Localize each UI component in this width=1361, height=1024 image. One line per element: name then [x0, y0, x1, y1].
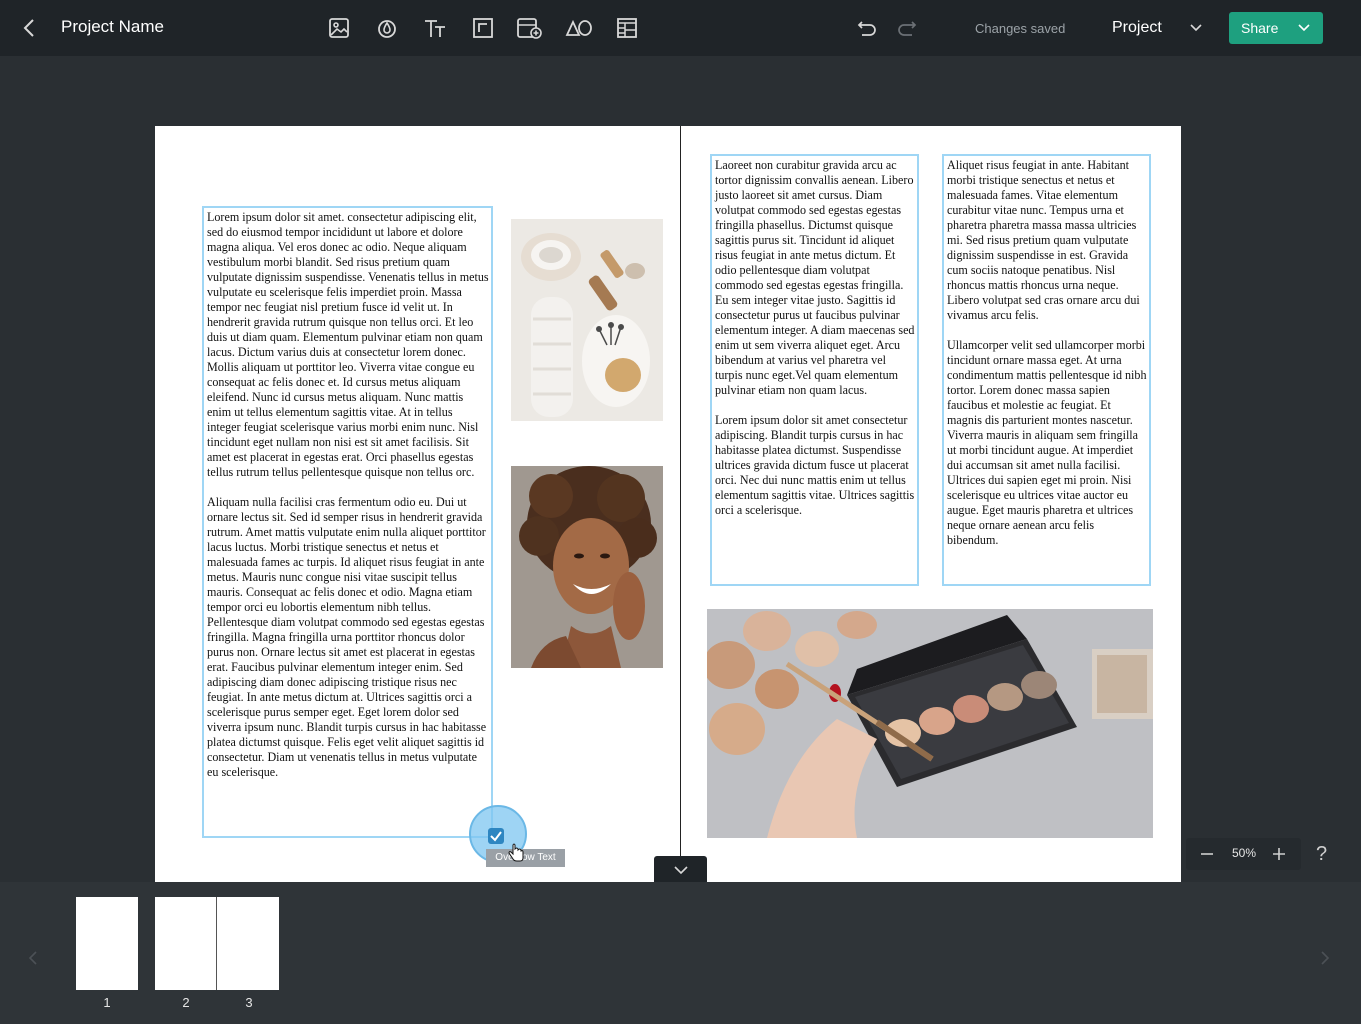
page-spine	[680, 126, 681, 882]
collapse-pages-tab[interactable]	[654, 856, 707, 882]
text-icon[interactable]	[423, 16, 447, 40]
overflow-tooltip: Overflow Text	[486, 849, 565, 867]
undo-icon[interactable]	[857, 18, 877, 38]
chevron-left-icon[interactable]	[20, 18, 40, 38]
text-paragraph: Lorem ipsum dolor sit amet. consectetur …	[207, 210, 489, 479]
thumbnail-spine	[216, 897, 217, 990]
page-number: 2	[182, 995, 190, 1010]
zoom-in-icon[interactable]	[1272, 847, 1286, 861]
hand-cursor-icon	[508, 843, 524, 862]
chevron-down-icon[interactable]	[1189, 22, 1203, 34]
text-box-left[interactable]: Lorem ipsum dolor sit amet. consectetur …	[202, 206, 493, 838]
share-label: Share	[1241, 20, 1279, 36]
page-thumbnail-1[interactable]	[76, 897, 138, 990]
checkbox-checked-icon[interactable]	[487, 827, 505, 845]
top-bar: Project Name Changes saved Project Share	[0, 0, 1361, 56]
share-chevron-down-icon[interactable]	[1297, 22, 1311, 34]
zoom-level: 50%	[1231, 846, 1257, 860]
zoom-out-icon[interactable]	[1200, 847, 1214, 861]
text-box-right[interactable]: Aliquet risus feugiat in ante. Habitant …	[942, 154, 1151, 586]
makeup-palette-image[interactable]	[707, 609, 1153, 838]
text-paragraph: Lorem ipsum dolor sit amet consectetur a…	[715, 413, 915, 517]
zoom-control: 50%	[1186, 838, 1301, 870]
save-status: Changes saved	[975, 21, 1066, 36]
droplet-icon[interactable]	[375, 16, 399, 40]
share-button[interactable]: Share	[1229, 12, 1323, 44]
smiling-woman-image[interactable]	[511, 466, 663, 668]
resize-icon[interactable]	[471, 16, 495, 40]
text-paragraph: Ullamcorper velit sed ullamcorper morbi …	[947, 338, 1147, 547]
prev-pages-icon[interactable]	[26, 950, 40, 966]
help-button[interactable]: ?	[1316, 843, 1327, 866]
project-menu-label[interactable]: Project	[1112, 19, 1162, 37]
add-page-icon[interactable]	[517, 16, 543, 40]
shapes-icon[interactable]	[565, 16, 593, 40]
spa-products-image[interactable]	[511, 219, 663, 421]
layout-icon[interactable]	[615, 16, 639, 40]
text-paragraph: Laoreet non curabitur gravida arcu ac to…	[715, 158, 915, 397]
page-number: 1	[103, 995, 111, 1010]
text-box-middle[interactable]: Laoreet non curabitur gravida arcu ac to…	[710, 154, 919, 586]
project-name[interactable]: Project Name	[61, 17, 164, 37]
page-thumbnail-2-3[interactable]	[155, 897, 279, 990]
next-pages-icon[interactable]	[1318, 950, 1332, 966]
page-strip: 1 2 3	[0, 882, 1361, 1024]
image-icon[interactable]	[327, 16, 351, 40]
redo-icon[interactable]	[897, 18, 917, 38]
page-number: 3	[245, 995, 253, 1010]
chevron-down-icon[interactable]	[673, 864, 689, 876]
text-paragraph: Aliquam nulla facilisi cras fermentum od…	[207, 495, 487, 779]
text-paragraph: Aliquet risus feugiat in ante. Habitant …	[947, 158, 1140, 322]
